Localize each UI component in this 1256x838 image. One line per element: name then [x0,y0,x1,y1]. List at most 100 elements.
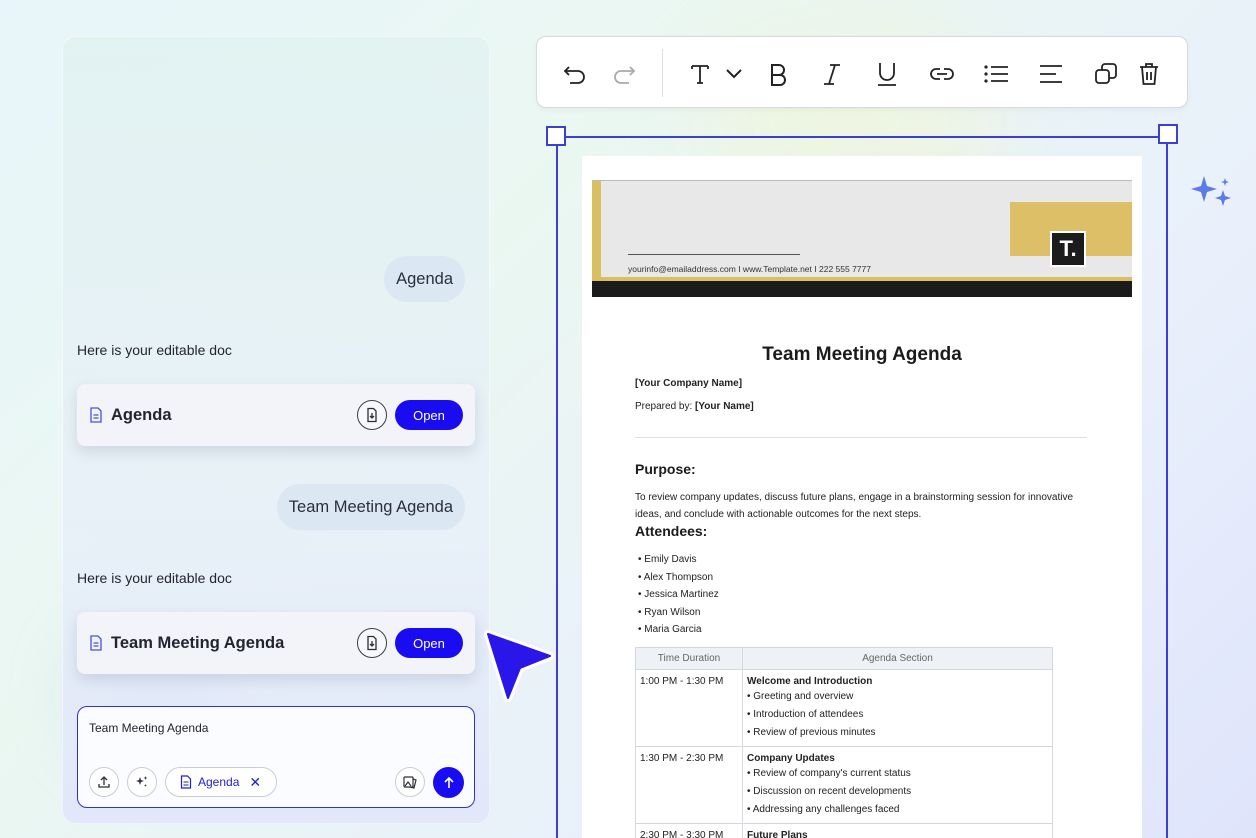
agenda-bullet: • Review of company's current status [747,768,911,779]
prepared-by: Prepared by: [Your Name] [635,401,754,412]
user-message: Agenda [384,256,465,302]
attendee-item: • Ryan Wilson [638,606,701,618]
open-button[interactable]: Open [395,400,463,430]
resize-handle-top-right[interactable] [1158,124,1178,144]
bullet-list-button[interactable] [981,59,1011,89]
sparkle-icon [136,776,148,787]
attendee-name: Alex Thompson [643,571,714,583]
section-cell: Company Updates • Review of company's cu… [742,746,1053,824]
italic-icon [824,64,840,85]
document-icon [89,407,103,423]
attendee-name: Ryan Wilson [644,606,701,618]
table-row: 1:00 PM - 1:30 PM Welcome and Introducti… [635,669,1053,747]
attendee-name: Maria Garcia [644,624,702,635]
download-icon [367,635,377,651]
chat-input[interactable]: Team Meeting Agenda [89,721,208,735]
toolbar-divider [662,49,663,97]
time-cell: 1:30 PM - 2:30 PM [635,746,743,824]
remove-chip-icon[interactable]: ✕ [249,774,261,791]
ai-enhance-button[interactable] [127,767,157,797]
chip-label: Agenda [198,775,240,789]
attendee-item: • Jessica Martinez [638,589,719,600]
link-icon [930,68,954,80]
upload-icon [98,776,110,788]
agenda-bullet: • Discussion on recent developments [747,786,912,797]
download-button[interactable] [357,400,387,430]
header-dark-stripe [592,281,1132,297]
company-logo: T. [1050,231,1086,267]
agenda-bullet-text: Discussion on recent developments [753,786,912,797]
document-icon [89,635,103,651]
agenda-bullet: • Review of previous minutes [747,727,876,738]
redo-button[interactable] [609,59,639,89]
doc-card[interactable]: Team Meeting Agenda Open [77,612,475,674]
doc-card[interactable]: Agenda Open [77,384,475,446]
agenda-bullet-text: Addressing any challenges faced [752,804,900,815]
table-header: Agenda Section [742,647,1053,670]
arrow-up-icon [443,776,454,788]
text-style-dropdown[interactable] [719,59,749,89]
table-header: Time Duration [635,647,743,670]
duplicate-button[interactable] [1091,59,1121,89]
company-name: [Your Company Name] [635,378,743,389]
document-page[interactable]: T. yourinfo@emailaddress.com I www.Templ… [582,156,1142,838]
attached-doc-chip[interactable]: Agenda ✕ [165,767,277,797]
chat-input-box[interactable]: Team Meeting Agenda Agenda ✕ [77,706,475,808]
upload-button[interactable] [89,767,119,797]
chevron-down-icon [726,69,742,79]
doc-card-title: Agenda [111,405,172,424]
underline-icon [878,63,896,86]
header-accent-bar [592,181,601,281]
section-title: Welcome and Introduction [747,676,873,687]
redo-icon [614,66,636,84]
duplicate-icon [1095,63,1117,84]
assistant-message-text: Here is your editable doc [77,570,232,586]
document-icon [180,775,192,789]
document-title: Team Meeting Agenda [762,344,962,365]
purpose-heading: Purpose: [635,461,696,477]
agenda-bullet-text: Introduction of attendees [753,709,864,720]
align-left-icon [1040,65,1062,83]
text-style-button[interactable] [685,59,715,89]
header-divider [628,254,800,255]
bullet-list-icon [984,65,1008,83]
italic-button[interactable] [817,59,847,89]
table-row: 1:30 PM - 2:30 PM Company Updates • Revi… [635,746,1053,824]
user-message-text: Team Meeting Agenda [288,497,453,516]
sparkle-icon [1191,176,1231,206]
link-button[interactable] [927,59,957,89]
image-gallery-icon [403,776,417,789]
download-icon [367,407,377,423]
attendee-name: Emily Davis [644,554,697,565]
resize-handle-top-left[interactable] [546,126,566,146]
table-header-row: Time Duration Agenda Section [635,647,1053,670]
section-cell: Future Plans [742,823,1053,838]
send-button[interactable] [433,767,464,798]
header-contact: yourinfo@emailaddress.com I www.Template… [628,264,871,274]
agenda-bullet-text: Greeting and overview [753,691,854,702]
prepared-by-value: [Your Name] [695,401,754,412]
template-button[interactable] [395,767,425,797]
text-icon [691,65,709,84]
user-message-text: Agenda [396,269,453,288]
bold-button[interactable] [763,59,793,89]
agenda-bullet: • Greeting and overview [747,691,854,702]
assistant-message-text: Here is your editable doc [77,342,232,358]
underline-button[interactable] [872,59,902,89]
pointer-cursor-icon [484,630,554,702]
delete-button[interactable] [1134,59,1164,89]
open-button[interactable]: Open [395,628,463,658]
align-button[interactable] [1036,59,1066,89]
bold-icon [771,64,786,86]
download-button[interactable] [357,628,387,658]
attendee-name: Jessica Martinez [644,589,719,600]
user-message: Team Meeting Agenda [276,484,465,530]
attendee-item: • Emily Davis [638,554,697,565]
attendee-item: • Maria Garcia [638,624,702,635]
doc-card-title: Team Meeting Agenda [111,633,285,652]
agenda-bullet: • Addressing any challenges faced [747,804,900,815]
time-cell: 2:30 PM - 3:30 PM [635,823,743,838]
agenda-bullet-text: Review of company's current status [753,768,911,779]
agenda-table: Time Duration Agenda Section 1:00 PM - 1… [635,647,1053,838]
undo-button[interactable] [560,59,590,89]
